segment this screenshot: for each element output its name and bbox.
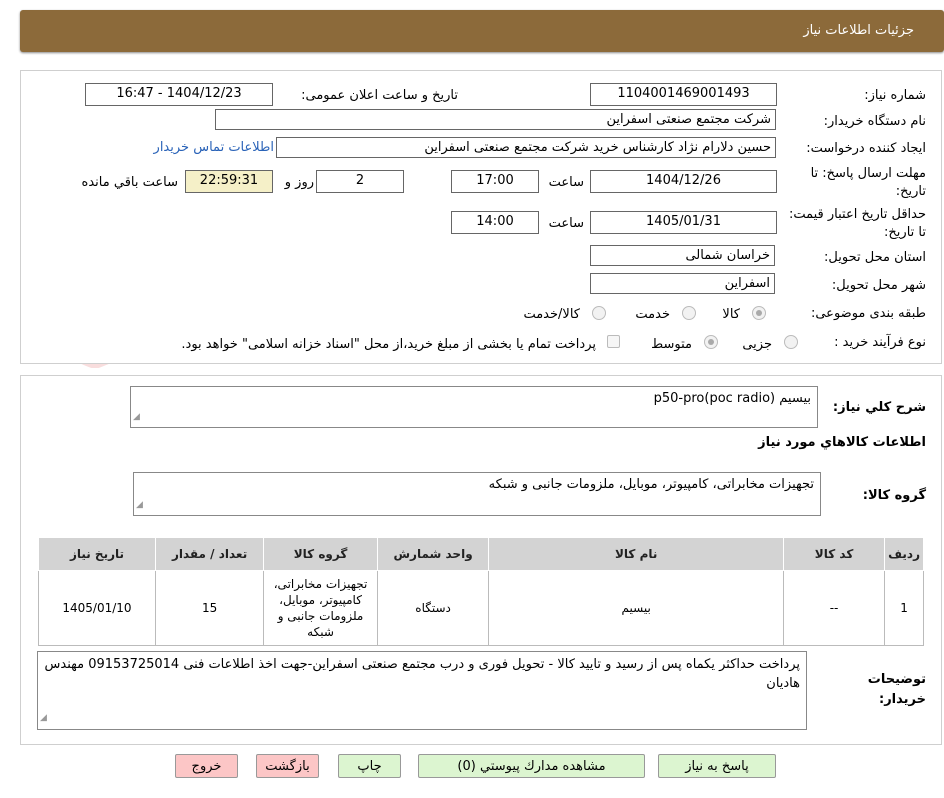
- goods-group-textarea: تجهیزات مخابراتی، کامپیوتر، موبایل، ملزو…: [133, 472, 821, 516]
- deadline-time-label: ساعت: [548, 175, 584, 190]
- process-radio-medium[interactable]: [704, 335, 718, 349]
- category-radio-service[interactable]: [682, 306, 696, 320]
- item-name-cell: بیسیم: [488, 570, 784, 646]
- validity-time-field: 14:00: [451, 211, 539, 234]
- remaining-time-field: 22:59:31: [185, 170, 273, 193]
- reply-button[interactable]: پاسخ به نیاز: [658, 754, 776, 778]
- remaining-label: ساعت باقي مانده: [81, 175, 178, 190]
- category-label: طبقه بندی موضوعی:: [810, 306, 926, 321]
- col-name-header: نام کالا: [488, 537, 784, 571]
- category-option-goods: کالا: [722, 307, 740, 322]
- city-label: شهر محل تحویل:: [831, 278, 926, 293]
- view-attachments-button[interactable]: مشاهده مدارك پيوستي (0): [418, 754, 645, 778]
- item-code-cell: --: [782, 570, 886, 646]
- deadline-time-field: 17:00: [451, 170, 539, 193]
- buyer-label: نام دستگاه خریدار:: [823, 114, 926, 129]
- creator-field: حسین دلارام نژاد کارشناس خرید شرکت مجتمع…: [276, 137, 776, 158]
- category-option-goods-service: کالا/خدمت: [523, 307, 580, 322]
- validity-date-field: 1405/01/31: [590, 211, 777, 234]
- group-cell: تجهیزات مخابراتی، کامپیوتر، موبایل، ملزو…: [263, 570, 378, 646]
- summary-label: شرح كلي نياز:: [832, 400, 926, 415]
- days-field: 2: [316, 170, 404, 193]
- announce-label: تاریخ و ساعت اعلان عمومی:: [301, 88, 458, 103]
- print-button[interactable]: چاپ: [338, 754, 401, 778]
- resize-grip-icon[interactable]: ◢: [40, 709, 47, 728]
- province-label: استان محل تحویل:: [824, 250, 926, 265]
- payment-note: پرداخت تمام یا بخشی از مبلغ خرید،از محل …: [181, 337, 596, 352]
- treasury-checkbox[interactable]: [607, 335, 620, 348]
- goods-group-label: گروه کالا:: [862, 488, 926, 503]
- table-row: 1 -- بیسیم دستگاه تجهیزات مخابراتی، کامپ…: [38, 570, 924, 646]
- resize-grip-icon[interactable]: ◢: [133, 408, 140, 426]
- city-field: اسفراین: [590, 273, 775, 294]
- row-number-cell: 1: [884, 570, 924, 646]
- goods-table: رديف کد کالا نام کالا واحد شمارش گروه کا…: [38, 537, 924, 646]
- deadline-date-field: 1404/12/26: [590, 170, 777, 193]
- page-header: جزئیات اطلاعات نیاز: [20, 10, 944, 52]
- page-title: جزئیات اطلاعات نیاز: [803, 23, 914, 38]
- category-radio-goods[interactable]: [752, 306, 766, 320]
- need-date-cell: 1405/01/10: [38, 570, 156, 646]
- process-option-minor: جزیی: [742, 337, 772, 352]
- goods-group-text: تجهیزات مخابراتی، کامپیوتر، موبایل، ملزو…: [488, 477, 814, 492]
- col-code-header: کد کالا: [782, 537, 886, 571]
- validity-label: حداقل تاریخ اعتبار قیمت: تا تاریخ:: [788, 207, 926, 240]
- summary-textarea: بیسیم p50-pro(poc radio) ◢: [130, 386, 818, 428]
- buyer-notes-label: توضیحات خریدار:: [867, 672, 926, 707]
- unit-cell: دستگاه: [376, 570, 490, 646]
- back-button[interactable]: بازگشت: [256, 754, 319, 778]
- process-label: نوع فرآیند خرید :: [834, 335, 926, 350]
- buyer-notes-text: پرداخت حداکثر یکماه پس از رسید و تایید ک…: [44, 657, 801, 691]
- col-unit-header: واحد شمارش: [376, 537, 490, 571]
- col-qty-header: تعداد / مقدار: [154, 537, 265, 571]
- buyer-notes-textarea: پرداخت حداکثر یکماه پس از رسید و تایید ک…: [37, 651, 807, 730]
- buyer-field: شرکت مجتمع صنعتی اسفراین: [215, 109, 776, 130]
- buyer-contact-link[interactable]: اطلاعات تماس خریدار: [154, 140, 274, 155]
- announce-field: 1404/12/23 - 16:47: [85, 83, 273, 106]
- exit-button[interactable]: خروج: [175, 754, 238, 778]
- days-label: روز و: [284, 175, 314, 190]
- deadline-label: مهلت ارسال پاسخ: تا تاریخ:: [810, 166, 926, 199]
- col-date-header: تاریخ نیاز: [38, 537, 156, 571]
- col-group-header: گروه کالا: [263, 537, 378, 571]
- province-field: خراسان شمالی: [590, 245, 775, 266]
- col-row-header: رديف: [884, 537, 924, 571]
- process-option-medium: متوسط: [651, 337, 692, 352]
- summary-text: بیسیم p50-pro(poc radio): [653, 391, 811, 406]
- resize-grip-icon[interactable]: ◢: [136, 496, 143, 514]
- goods-info-title: اطلاعات کالاهاي مورد نياز: [758, 435, 926, 450]
- process-radio-minor[interactable]: [784, 335, 798, 349]
- category-radio-goods-service[interactable]: [592, 306, 606, 320]
- need-number-label: شماره نیاز:: [864, 88, 926, 103]
- validity-time-label: ساعت: [548, 216, 584, 231]
- quantity-cell: 15: [154, 570, 265, 646]
- need-number-field: 1104001469001493: [590, 83, 777, 106]
- category-option-service: خدمت: [635, 307, 670, 322]
- creator-label: ایجاد کننده درخواست:: [806, 141, 926, 156]
